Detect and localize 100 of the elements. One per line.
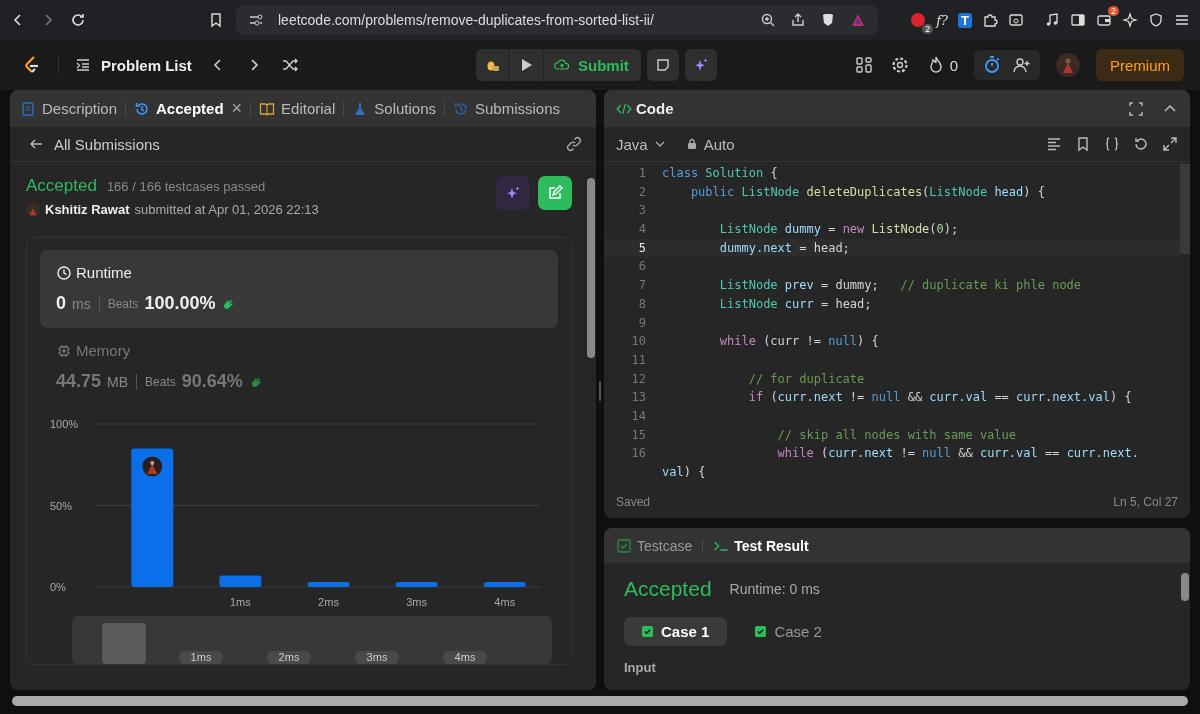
shield-icon[interactable] (1148, 12, 1164, 28)
share-icon[interactable] (790, 12, 807, 28)
premium-button[interactable]: Premium (1096, 49, 1184, 81)
extension-button[interactable]: T (958, 12, 972, 28)
axis-label: 2ms (318, 596, 339, 608)
triangle-icon[interactable] (850, 12, 867, 28)
auto-button[interactable]: Auto (685, 135, 735, 153)
stat-unit: ms (72, 295, 91, 312)
streak-count: 0 (949, 56, 958, 74)
line-number: 3 (637, 202, 646, 220)
sparkle-icon[interactable] (1122, 12, 1138, 28)
beats-percent: 100.00% (144, 293, 216, 314)
submit-button[interactable]: Submit (544, 49, 641, 81)
beats-percent: 90.64% (181, 371, 243, 392)
line-number: 8 (637, 295, 646, 313)
reset-icon[interactable] (1133, 136, 1149, 152)
code-line: ListNode curr = head; (718, 295, 872, 313)
testcases-text: 166 / 166 testcases passed (106, 179, 266, 194)
line-number: 11 (630, 351, 646, 369)
line-number: 10 (630, 333, 646, 351)
add-user-icon[interactable] (1012, 55, 1032, 75)
cursor-position: Ln 5, Col 27 (1113, 494, 1178, 509)
format-icon[interactable] (1046, 136, 1062, 152)
problem-list-button[interactable]: Problem List (75, 56, 192, 74)
code-line: dummy.next = head; (718, 239, 850, 257)
extension-button[interactable]: f? (936, 12, 949, 28)
settings-icon[interactable] (889, 55, 910, 75)
wallet-icon[interactable] (1096, 12, 1112, 28)
tab[interactable]: Accepted × (134, 98, 243, 119)
case-tab[interactable]: Case 2 (737, 617, 840, 646)
beats-label: Beats (145, 374, 176, 389)
case-tab[interactable]: Case 1 (624, 617, 728, 646)
link-icon[interactable] (566, 136, 582, 152)
zoom-icon[interactable] (760, 12, 777, 28)
braces-icon[interactable] (1104, 136, 1120, 152)
expand-icon[interactable] (1162, 136, 1178, 152)
line-number: 14 (630, 407, 646, 425)
language-dropdown[interactable]: Java (616, 135, 666, 153)
bookmark-icon[interactable] (1075, 136, 1091, 152)
book-icon (259, 100, 276, 117)
range-navigator[interactable]: 1ms 2ms 3ms 4ms (72, 616, 552, 664)
notes-button[interactable] (646, 49, 679, 81)
document-icon (20, 100, 36, 117)
lock-icon (685, 138, 698, 150)
stat-title: Memory (76, 342, 131, 359)
back-link[interactable]: All Submissions (28, 135, 160, 153)
stat-card[interactable]: Memory 44.75 MB Beats 90.64% (40, 328, 558, 406)
stat-card[interactable]: Runtime 0 ms Beats 100.00% (40, 250, 558, 328)
site-settings-icon[interactable] (248, 12, 264, 28)
bar[interactable] (395, 582, 438, 587)
code-line: val) { (662, 464, 706, 481)
code-line: // skip all nodes with same value (776, 426, 1016, 444)
badge: 2 (1108, 6, 1119, 16)
address-bar[interactable]: leetcode.com/problems/remove-duplicates-from-sorted-list-ii/ (236, 5, 879, 35)
fullscreen-icon[interactable] (1128, 100, 1144, 117)
tab[interactable]: Solutions (352, 100, 436, 117)
run-button[interactable] (510, 49, 542, 81)
edit-button[interactable] (538, 176, 572, 210)
puzzle-icon[interactable] (982, 12, 998, 28)
url-text: leetcode.com/problems/remove-duplicates-from-sorted-list-ii/ (278, 12, 655, 28)
tab[interactable]: Test Result (713, 537, 809, 554)
note-icon (654, 57, 671, 73)
timer-icon[interactable] (982, 55, 1002, 75)
axis-label: 4ms (494, 596, 516, 608)
line-number: 2 (637, 183, 646, 201)
axis-label: 50% (50, 499, 73, 512)
sidebar-icon[interactable] (1070, 12, 1086, 28)
tab[interactable]: Testcase (616, 537, 693, 554)
input-label: Input (624, 660, 657, 675)
assistant-button[interactable] (684, 49, 717, 81)
line-number: 1 (637, 165, 646, 182)
window-search-icon[interactable] (1008, 12, 1024, 28)
axis-label: 100% (50, 418, 79, 430)
menu-icon[interactable] (1174, 12, 1190, 28)
tab[interactable]: Editorial (259, 100, 336, 117)
bar[interactable] (483, 582, 526, 587)
edit-icon (547, 185, 563, 201)
bar[interactable] (219, 575, 262, 587)
close-icon[interactable]: × (231, 98, 243, 119)
layout-icon[interactable] (853, 55, 874, 75)
check-icon (642, 626, 653, 637)
code-line: ListNode prev = dummy; // duplicate ki phle node (718, 277, 1082, 295)
panel-title: Code (636, 100, 674, 117)
reload-icon[interactable] (70, 12, 86, 28)
user-name[interactable]: Kshitiz Rawat (45, 202, 130, 217)
bar[interactable] (307, 582, 350, 587)
status-text: Accepted (26, 176, 97, 196)
axis-label: 1ms (190, 651, 212, 663)
line-number: 4 (637, 221, 646, 239)
bar[interactable] (131, 448, 174, 587)
avatar[interactable] (1056, 53, 1080, 77)
analyze-button[interactable] (496, 176, 530, 210)
tab[interactable]: Description (20, 100, 118, 117)
code-line: while (curr != null) { (718, 333, 879, 351)
bookmark-icon[interactable] (208, 12, 224, 28)
music-icon[interactable] (1044, 12, 1060, 28)
axis-label: 4ms (454, 651, 476, 663)
stat-unit: MB (107, 373, 129, 390)
tab[interactable]: Submissions (453, 100, 561, 117)
debug-button[interactable] (476, 49, 508, 81)
